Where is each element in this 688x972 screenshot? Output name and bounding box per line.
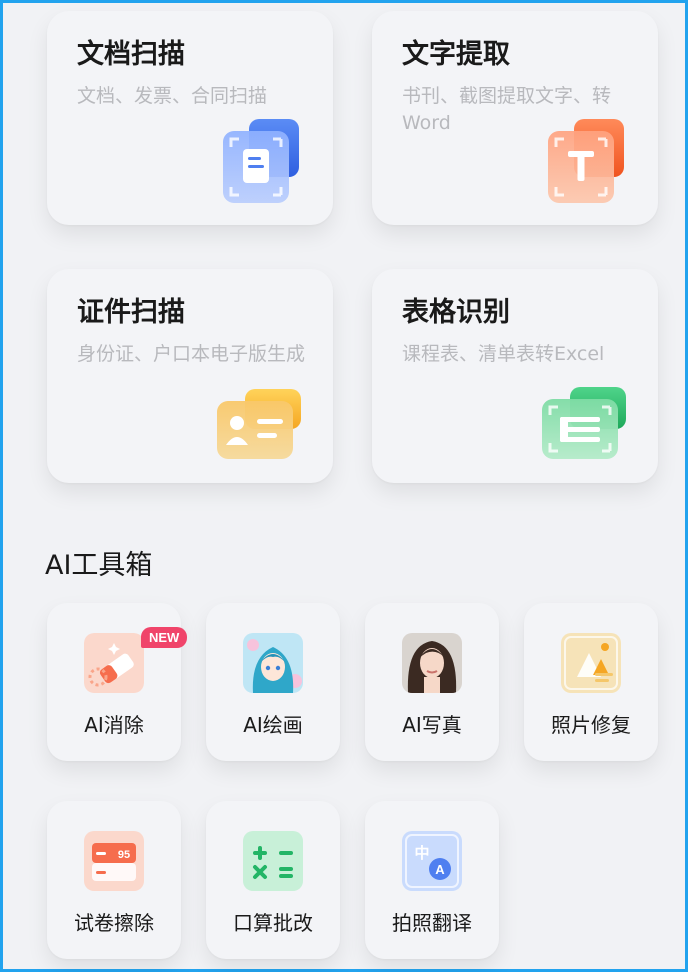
new-badge: NEW <box>141 627 188 648</box>
translate-source-text: 中 <box>414 844 429 862</box>
tool-label: 照片修复 <box>551 713 631 737</box>
text-extract-icon <box>548 119 624 203</box>
tool-label: 口算批改 <box>233 911 313 935</box>
card-title: 表格识别 <box>402 297 510 328</box>
tool-ai-erase[interactable]: NEW AI消除 <box>47 603 188 761</box>
card-id-scan[interactable]: 证件扫描 身份证、户口本电子版生成 <box>47 269 333 483</box>
card-subtitle: 课程表、清单表转Excel <box>402 343 605 366</box>
tool-label: AI写真 <box>402 713 462 737</box>
card-title: 文字提取 <box>402 39 510 70</box>
card-text-extract[interactable]: 文字提取 书刊、截图提取文字、转Word <box>372 11 658 225</box>
tool-label: AI消除 <box>84 713 144 737</box>
card-table-recognize[interactable]: 表格识别 课程表、清单表转Excel <box>372 269 658 483</box>
tool-label: 试卷擦除 <box>74 911 154 935</box>
document-scan-icon <box>223 119 299 203</box>
section-title-ai-toolbox: AI工具箱 <box>45 550 153 581</box>
tool-photo-repair[interactable]: 照片修复 <box>524 603 658 761</box>
card-title: 证件扫描 <box>77 297 185 328</box>
card-document-scan[interactable]: 文档扫描 文档、发票、合同扫描 <box>47 11 333 225</box>
id-card-icon <box>217 389 301 459</box>
tool-ai-painting[interactable]: AI绘画 <box>206 603 340 761</box>
tool-ai-portrait[interactable]: AI写真 <box>365 603 499 761</box>
math-correct-icon <box>243 831 303 891</box>
eraser-icon <box>84 633 144 693</box>
tool-label: AI绘画 <box>243 713 303 737</box>
tool-exam-erase[interactable]: 95 试卷擦除 <box>47 801 181 959</box>
table-recognize-icon <box>542 387 626 459</box>
translate-target-text: A <box>435 862 445 877</box>
exam-erase-icon: 95 <box>84 831 144 891</box>
card-title: 文档扫描 <box>77 39 185 70</box>
tool-math-correct[interactable]: 口算批改 <box>206 801 340 959</box>
tool-photo-translate[interactable]: 中 A 拍照翻译 <box>365 801 499 959</box>
photo-repair-icon <box>561 633 621 693</box>
card-subtitle: 身份证、户口本电子版生成 <box>77 343 306 366</box>
tool-label: 拍照翻译 <box>392 911 472 935</box>
exam-score-text: 95 <box>118 849 130 861</box>
card-subtitle: 文档、发票、合同扫描 <box>77 85 268 108</box>
portrait-photo-icon <box>402 633 462 693</box>
photo-translate-icon: 中 A <box>402 831 462 891</box>
anime-portrait-icon <box>243 633 303 693</box>
